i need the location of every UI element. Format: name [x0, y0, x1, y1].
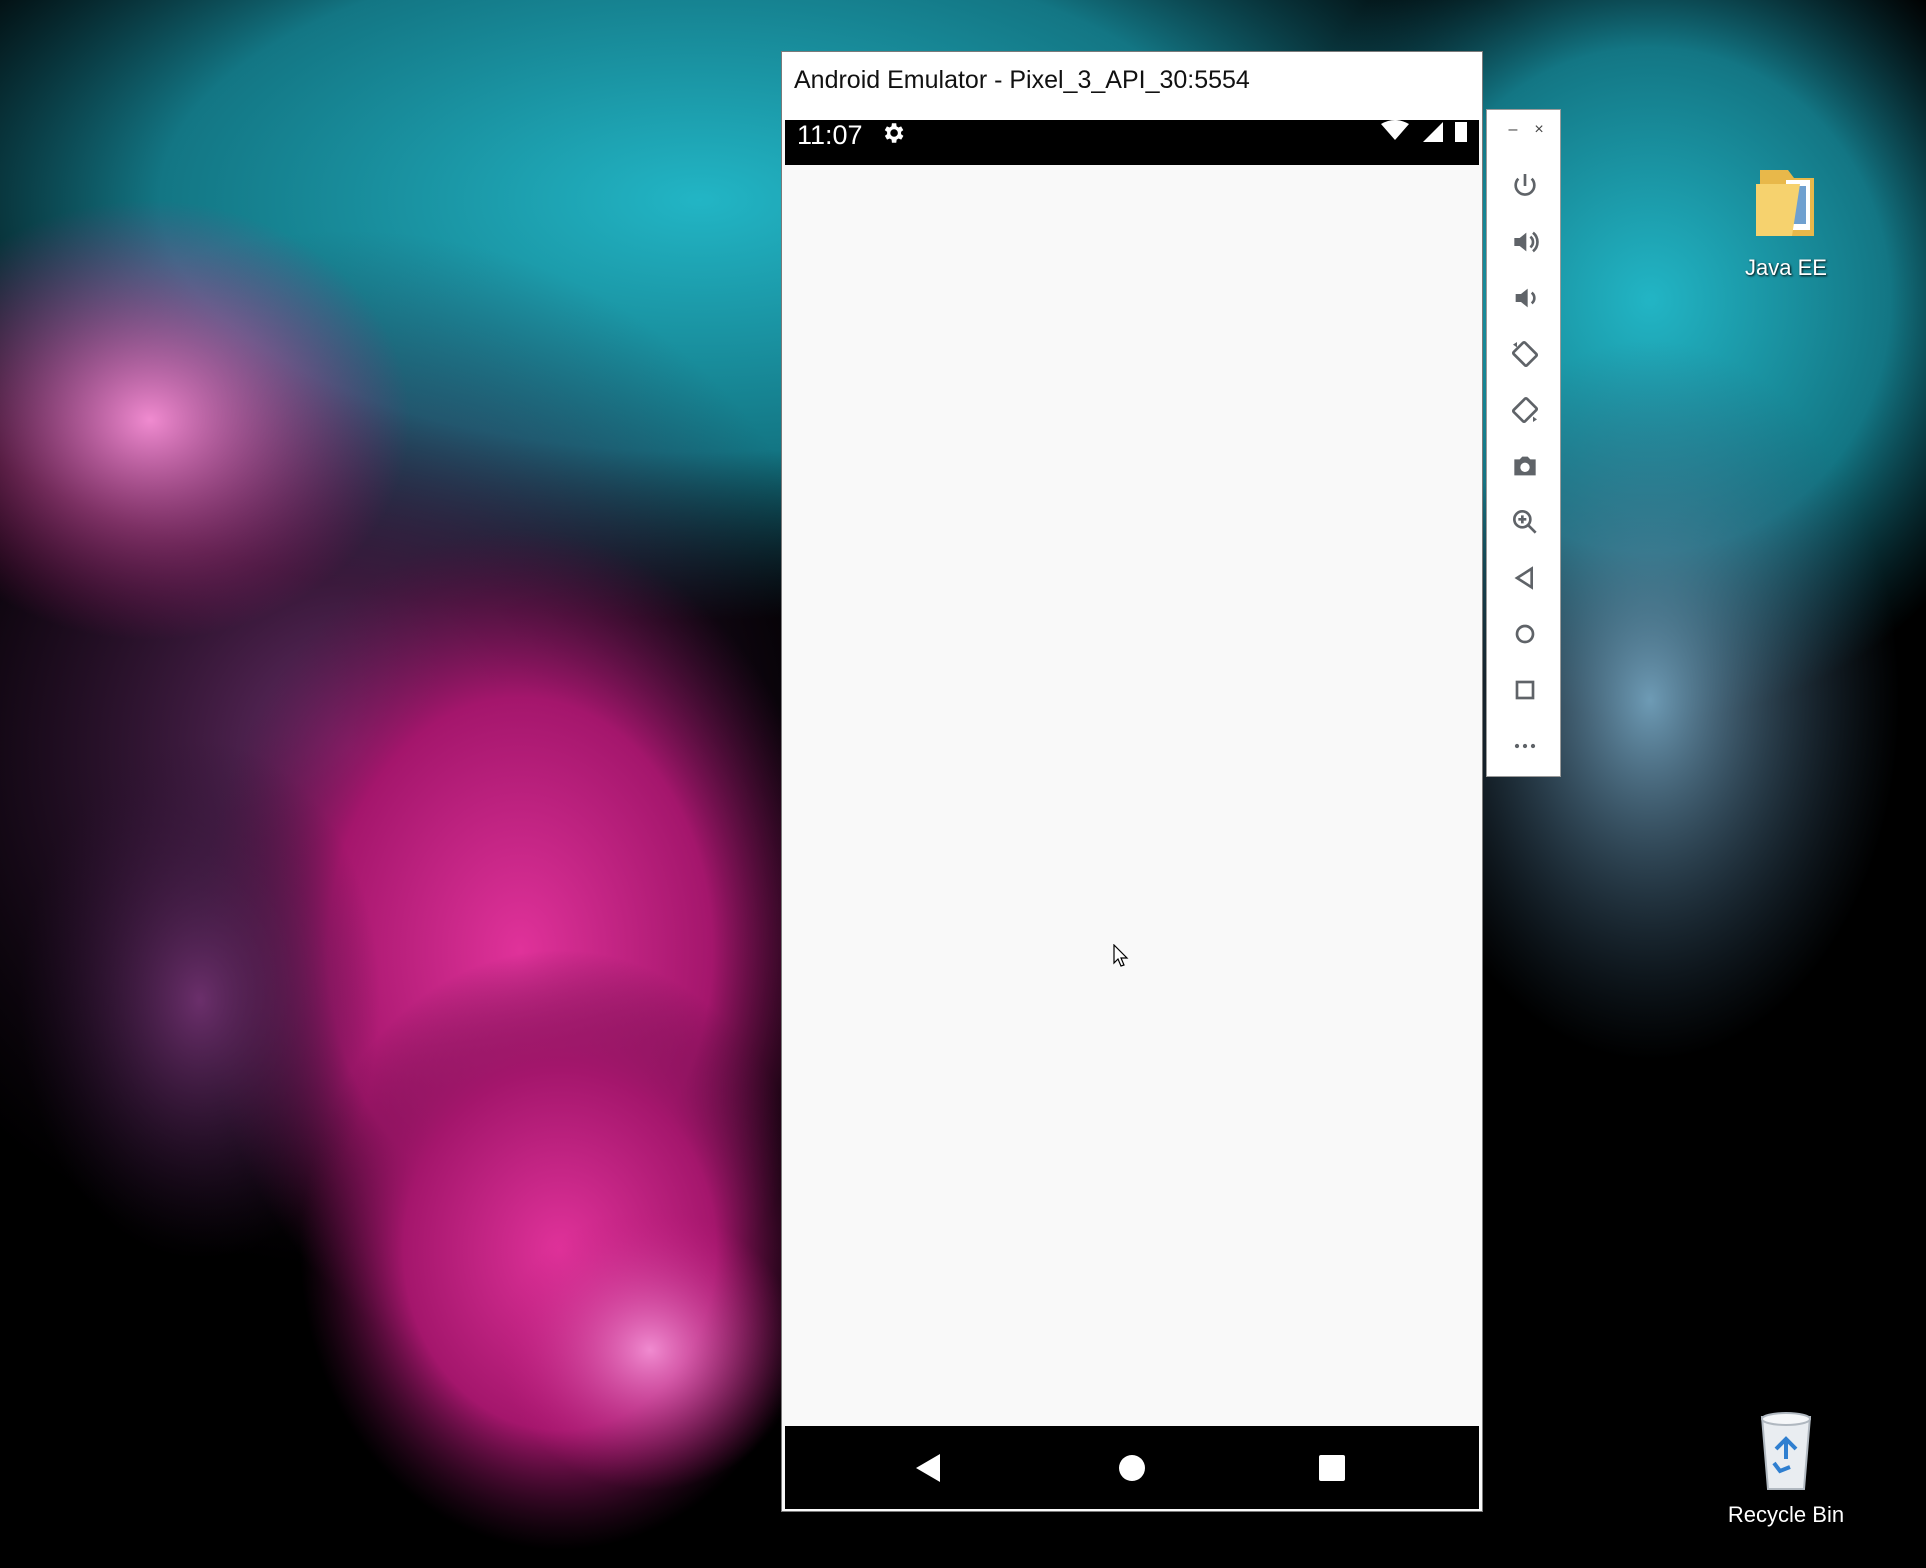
signal-icon	[1423, 122, 1443, 142]
home-icon[interactable]	[1509, 618, 1541, 650]
android-nav-bar	[785, 1426, 1479, 1509]
rotate-right-icon[interactable]	[1509, 394, 1541, 426]
rotate-left-icon[interactable]	[1509, 338, 1541, 370]
emulator-titlebar[interactable]: Android Emulator - Pixel_3_API_30:5554	[782, 52, 1482, 120]
android-app-screen[interactable]	[785, 165, 1479, 1426]
status-icons	[1381, 120, 1467, 142]
emulator-window: Android Emulator - Pixel_3_API_30:5554 1…	[781, 51, 1483, 1512]
android-status-bar: 11:07	[785, 120, 1479, 165]
minimize-button[interactable]: –	[1503, 120, 1523, 140]
desktop-icon-label: Recycle Bin	[1727, 1502, 1845, 1527]
desktop-icon-java-ee[interactable]: Java EE	[1726, 160, 1846, 281]
recents-icon[interactable]	[1312, 1448, 1352, 1488]
close-button[interactable]: ×	[1529, 120, 1549, 140]
overview-icon[interactable]	[1509, 674, 1541, 706]
status-time: 11:07	[797, 120, 863, 150]
recycle-bin-icon	[1760, 1412, 1812, 1490]
back-icon[interactable]	[1509, 562, 1541, 594]
volume-down-icon[interactable]	[1509, 282, 1541, 314]
mouse-cursor-icon	[1113, 944, 1129, 967]
desktop: Android Emulator - Pixel_3_API_30:5554 1…	[0, 0, 1926, 1568]
gear-icon	[884, 123, 904, 143]
back-icon[interactable]	[910, 1448, 950, 1488]
battery-icon	[1455, 122, 1467, 142]
more-icon[interactable]	[1509, 730, 1541, 762]
zoom-icon[interactable]	[1509, 506, 1541, 538]
folder-icon	[1756, 170, 1814, 236]
power-icon[interactable]	[1509, 170, 1541, 202]
camera-icon[interactable]	[1509, 450, 1541, 482]
volume-up-icon[interactable]	[1509, 226, 1541, 258]
emulator-title: Android Emulator - Pixel_3_API_30:5554	[794, 66, 1250, 94]
home-icon[interactable]	[1112, 1448, 1152, 1488]
wifi-icon	[1381, 120, 1409, 140]
desktop-icon-label: Java EE	[1745, 255, 1827, 280]
emulator-toolbar: – ×	[1486, 109, 1561, 777]
desktop-icon-recycle-bin[interactable]: Recycle Bin	[1726, 1407, 1846, 1528]
